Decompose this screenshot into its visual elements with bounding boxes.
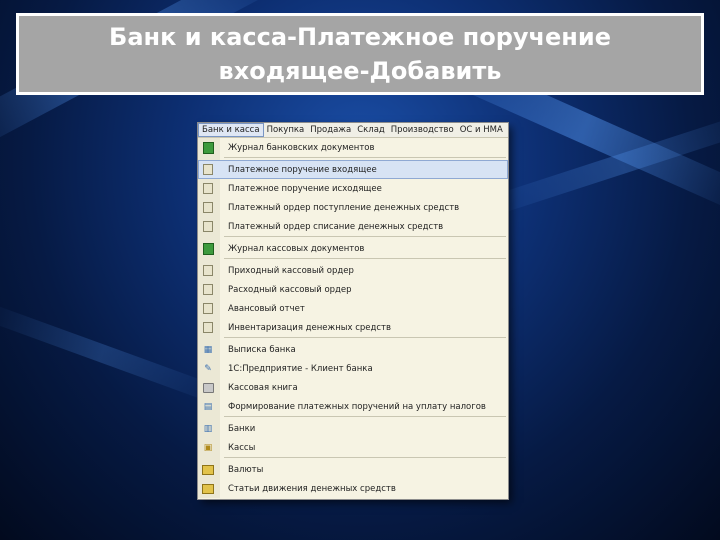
menu-item-bank-statement[interactable]: ▦ Выписка банка	[198, 340, 508, 359]
document-icon	[202, 183, 214, 195]
menu-item-client-bank[interactable]: ✎ 1С:Предприятие - Клиент банка	[198, 359, 508, 378]
document-icon	[202, 284, 214, 296]
bank-cash-dropdown-menu: Журнал банковских документов Платежное п…	[198, 138, 508, 498]
menu-item-outgoing-payment-order[interactable]: Платежное поручение исходящее	[198, 179, 508, 198]
document-icon	[202, 322, 214, 334]
slide-title-line2: входящее-Добавить	[218, 57, 502, 85]
accounting-app-window: Банк и касса Покупка Продажа Склад Произ…	[198, 123, 508, 499]
cash-desk-icon: ▣	[203, 442, 213, 453]
menu-sales[interactable]: Продажа	[307, 123, 354, 137]
banks-icon: ▥	[203, 423, 213, 434]
menu-item-bank-journal[interactable]: Журнал банковских документов	[198, 138, 508, 157]
bank-statement-icon: ▦	[203, 344, 213, 355]
folder-icon	[202, 464, 214, 476]
menu-item-advance-report[interactable]: Авансовый отчет	[198, 299, 508, 318]
journal-icon	[202, 242, 214, 255]
menu-item-cash-flow-items[interactable]: Статьи движения денежных средств	[198, 479, 508, 498]
journal-icon	[202, 141, 214, 154]
slide-title: Банк и касса-Платежное поручение входяще…	[80, 20, 640, 88]
menu-more[interactable]: З	[506, 123, 508, 137]
menu-production[interactable]: Производство	[388, 123, 457, 137]
tax-payment-icon: ▤	[203, 401, 213, 412]
menu-item-cash-desks[interactable]: ▣ Кассы	[198, 438, 508, 457]
menu-item-currencies[interactable]: Валюты	[198, 460, 508, 479]
menu-item-cash-expense-order[interactable]: Расходный кассовый ордер	[198, 280, 508, 299]
slide-title-line1: Банк и касса-Платежное поручение	[109, 23, 611, 51]
document-icon	[202, 265, 214, 277]
document-icon	[202, 303, 214, 315]
document-icon	[202, 202, 214, 214]
menu-item-cash-receipt-order[interactable]: Приходный кассовый ордер	[198, 261, 508, 280]
menu-bank-and-cash[interactable]: Банк и касса	[198, 123, 264, 137]
document-icon	[202, 221, 214, 233]
menu-fixed-assets[interactable]: ОС и НМА	[457, 123, 506, 137]
slide-title-box: Банк и касса-Платежное поручение входяще…	[16, 13, 704, 95]
menu-item-tax-payment-orders[interactable]: ▤ Формирование платежных поручений на уп…	[198, 397, 508, 416]
menu-item-payment-writeoff[interactable]: Платежный ордер списание денежных средст…	[198, 217, 508, 236]
menu-item-cash-book[interactable]: Кассовая книга	[198, 378, 508, 397]
menu-item-banks[interactable]: ▥ Банки	[198, 419, 508, 438]
folder-icon	[202, 483, 214, 495]
menu-item-cash-journal[interactable]: Журнал кассовых документов	[198, 239, 508, 258]
menu-warehouse[interactable]: Склад	[354, 123, 388, 137]
menu-item-cash-inventory[interactable]: Инвентаризация денежных средств	[198, 318, 508, 337]
menu-bar: Банк и касса Покупка Продажа Склад Произ…	[198, 123, 508, 138]
book-icon	[202, 382, 214, 394]
document-icon	[202, 164, 214, 176]
client-bank-icon: ✎	[204, 363, 212, 374]
menu-item-incoming-payment-order[interactable]: Платежное поручение входящее	[198, 160, 508, 179]
menu-item-payment-receipt[interactable]: Платежный ордер поступление денежных сре…	[198, 198, 508, 217]
menu-purchase[interactable]: Покупка	[264, 123, 308, 137]
